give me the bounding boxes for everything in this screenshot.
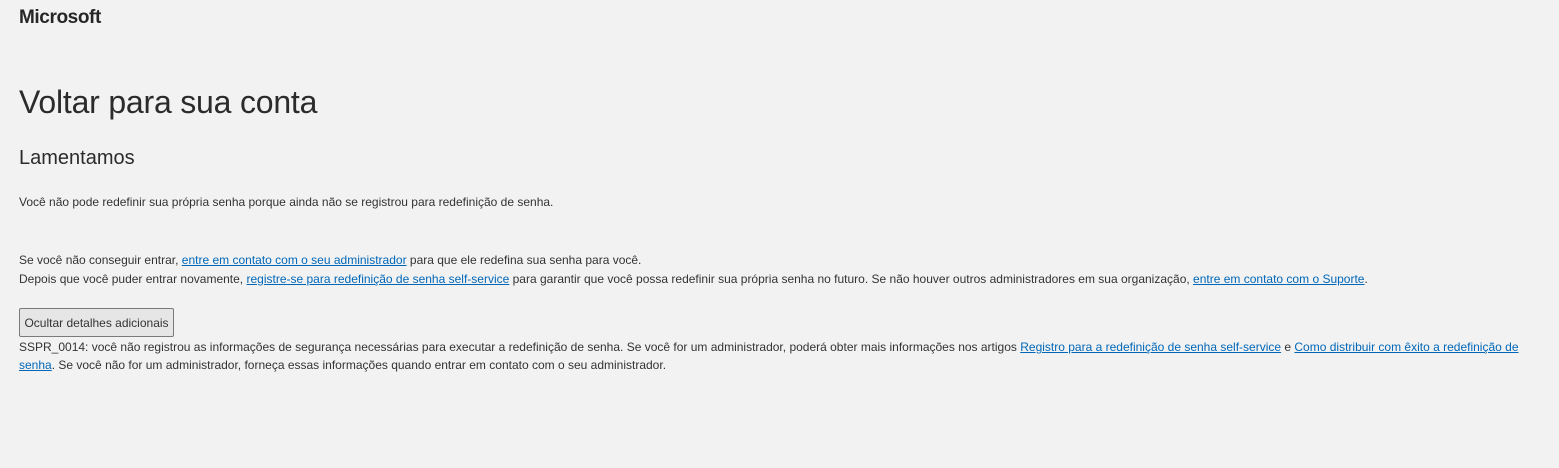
details-prefix: SSPR_0014: você não registrou as informa… — [19, 340, 1021, 354]
contact-admin-line: Se você não conseguir entrar, entre em c… — [19, 251, 641, 269]
contact-admin-suffix: para que ele redefina sua senha para voc… — [406, 253, 642, 267]
microsoft-logo: Microsoft — [19, 7, 101, 28]
page-subtitle: Lamentamos — [19, 147, 135, 169]
sspr-registration-article-link[interactable]: Registro para a redefinição de senha sel… — [1020, 340, 1281, 354]
register-prefix: Depois que você puder entrar novamente, — [19, 272, 247, 286]
details-middle: e — [1281, 340, 1295, 354]
details-suffix: . Se você não for um administrador, forn… — [51, 358, 667, 372]
contact-admin-prefix: Se você não conseguir entrar, — [19, 253, 182, 267]
contact-admin-link[interactable]: entre em contato com o seu administrador — [182, 253, 407, 267]
additional-details: SSPR_0014: você não registrou as informa… — [19, 338, 1529, 374]
hide-details-button[interactable]: Ocultar detalhes adicionais — [19, 308, 174, 337]
page: Microsoft Voltar para sua conta Lamentam… — [0, 0, 1559, 468]
register-line: Depois que você puder entrar novamente, … — [19, 270, 1368, 288]
register-middle: para garantir que você possa redefinir s… — [509, 272, 1194, 286]
contact-support-link[interactable]: entre em contato com o Suporte — [1193, 272, 1364, 286]
register-sspr-link[interactable]: registre-se para redefinição de senha se… — [246, 272, 509, 286]
page-title: Voltar para sua conta — [19, 84, 318, 120]
error-message: Você não pode redefinir sua própria senh… — [19, 195, 554, 209]
register-suffix: . — [1364, 272, 1368, 286]
